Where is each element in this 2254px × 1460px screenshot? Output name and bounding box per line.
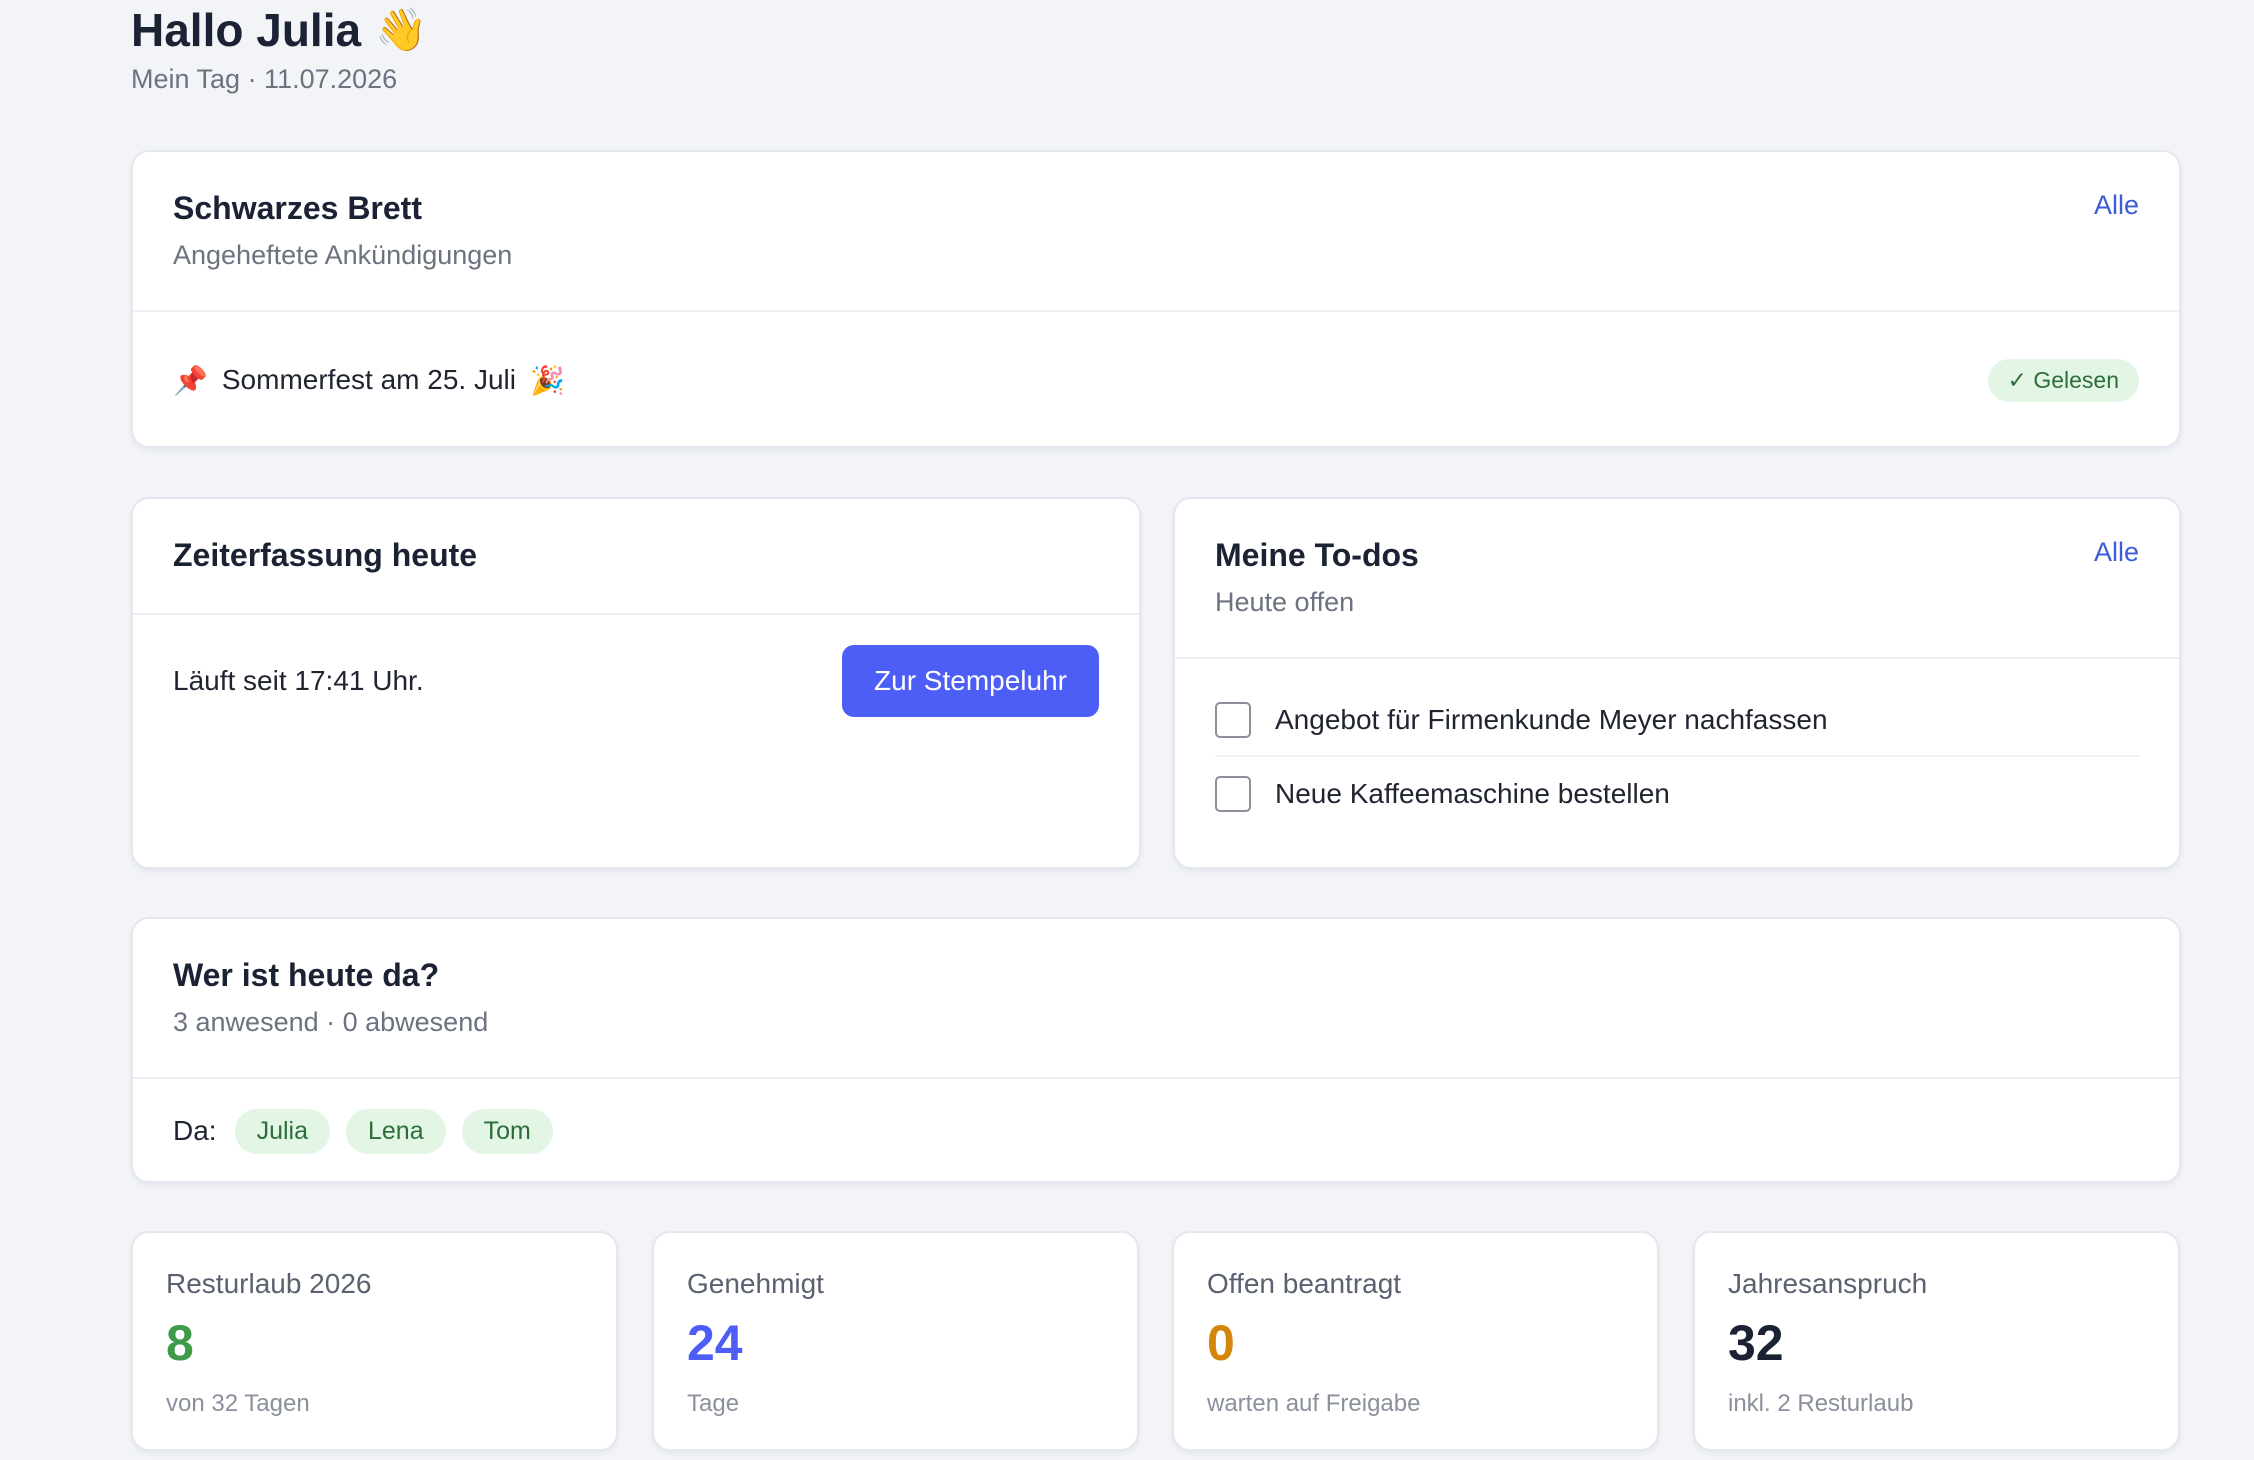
- bulletin-board-title: Schwarzes Brett: [173, 190, 422, 226]
- todo-checkbox[interactable]: [1215, 776, 1251, 812]
- time-tracking-body: Läuft seit 17:41 Uhr. Zur Stempeluhr: [133, 615, 1139, 717]
- todo-checkbox[interactable]: [1215, 702, 1251, 738]
- time-tracking-title: Zeiterfassung heute: [173, 537, 478, 573]
- stat-card-pending: Offen beantragt 0 warten auf Freigabe: [1172, 1231, 1659, 1451]
- person-chip-lena: Lena: [346, 1108, 446, 1154]
- page-header: Hallo Julia 👋 Mein Tag · 11.07.2026: [131, 0, 427, 95]
- stat-label: Jahresanspruch: [1728, 1268, 1928, 1299]
- presence-card: Wer ist heute da? 3 anwesend · 0 abwesen…: [131, 917, 2181, 1183]
- greeting-text: Hallo Julia: [131, 4, 362, 56]
- stat-label: Genehmigt: [687, 1268, 824, 1299]
- date-subline: Mein Tag · 11.07.2026: [131, 64, 398, 94]
- wave-icon: 👋: [375, 6, 428, 53]
- todo-label: Neue Kaffeemaschine bestellen: [1275, 778, 1670, 809]
- stat-card-annual-entitlement: Jahresanspruch 32 inkl. 2 Resturlaub: [1693, 1231, 2180, 1451]
- pin-icon: 📌: [173, 364, 208, 396]
- person-chip-tom: Tom: [461, 1108, 553, 1154]
- time-running-status: Läuft seit 17:41 Uhr.: [173, 665, 424, 696]
- stat-value: 8: [166, 1315, 194, 1371]
- stat-card-remaining-leave: Resturlaub 2026 8 von 32 Tagen: [131, 1231, 618, 1451]
- time-tracking-header: Zeiterfassung heute: [133, 499, 1139, 615]
- time-clock-button[interactable]: Zur Stempeluhr: [842, 645, 1099, 717]
- todos-card: Meine To-dos Heute offen Alle Angebot fü…: [1173, 497, 2181, 869]
- time-tracking-card: Zeiterfassung heute Läuft seit 17:41 Uhr…: [131, 497, 1141, 869]
- stat-note: warten auf Freigabe: [1207, 1390, 1421, 1417]
- stat-label: Offen beantragt: [1207, 1268, 1402, 1299]
- presence-list: Da: Julia Lena Tom: [133, 1079, 2179, 1183]
- person-chip-julia: Julia: [234, 1108, 330, 1154]
- page-title: Hallo Julia 👋: [131, 0, 427, 60]
- read-status-badge: ✓ Gelesen: [1987, 358, 2139, 402]
- stat-card-approved: Genehmigt 24 Tage: [652, 1231, 1139, 1451]
- todo-list: Angebot für Firmenkunde Meyer nachfassen…: [1175, 659, 2179, 831]
- stat-note: Tage: [687, 1390, 740, 1417]
- todos-header: Meine To-dos Heute offen Alle: [1175, 499, 2179, 659]
- presence-header: Wer ist heute da? 3 anwesend · 0 abwesen…: [133, 919, 2179, 1079]
- announcement-row[interactable]: 📌 Sommerfest am 25. Juli 🎉 ✓ Gelesen: [133, 312, 2179, 448]
- stat-value: 24: [687, 1315, 743, 1371]
- announcement-item: 📌 Sommerfest am 25. Juli 🎉: [173, 364, 565, 397]
- present-label: Da:: [173, 1115, 217, 1146]
- todo-label: Angebot für Firmenkunde Meyer nachfassen: [1275, 704, 1828, 735]
- party-popper-icon: 🎉: [529, 364, 565, 396]
- todo-item[interactable]: Neue Kaffeemaschine bestellen: [1215, 755, 2139, 831]
- stat-value: 32: [1728, 1315, 1784, 1371]
- stat-note: von 32 Tagen: [166, 1390, 310, 1417]
- todos-all-link[interactable]: Alle: [2094, 537, 2139, 568]
- announcement-text: Sommerfest am 25. Juli: [221, 364, 516, 395]
- bulletin-board-all-link[interactable]: Alle: [2094, 190, 2139, 221]
- todos-subtitle: Heute offen: [1215, 587, 1355, 617]
- bulletin-board-header: Schwarzes Brett Angeheftete Ankündigunge…: [133, 152, 2179, 312]
- dashboard-page: Hallo Julia 👋 Mein Tag · 11.07.2026 Schw…: [0, 0, 2254, 1460]
- bulletin-board-subtitle: Angeheftete Ankündigungen: [173, 240, 513, 270]
- bulletin-board-card: Schwarzes Brett Angeheftete Ankündigunge…: [131, 150, 2181, 448]
- todo-item[interactable]: Angebot für Firmenkunde Meyer nachfassen: [1215, 685, 2139, 755]
- presence-title: Wer ist heute da?: [173, 957, 440, 993]
- stat-value: 0: [1207, 1315, 1235, 1371]
- stat-note: inkl. 2 Resturlaub: [1728, 1390, 1914, 1417]
- todos-title: Meine To-dos: [1215, 537, 1419, 573]
- presence-subtitle: 3 anwesend · 0 abwesend: [173, 1007, 489, 1037]
- stat-label: Resturlaub 2026: [166, 1268, 372, 1299]
